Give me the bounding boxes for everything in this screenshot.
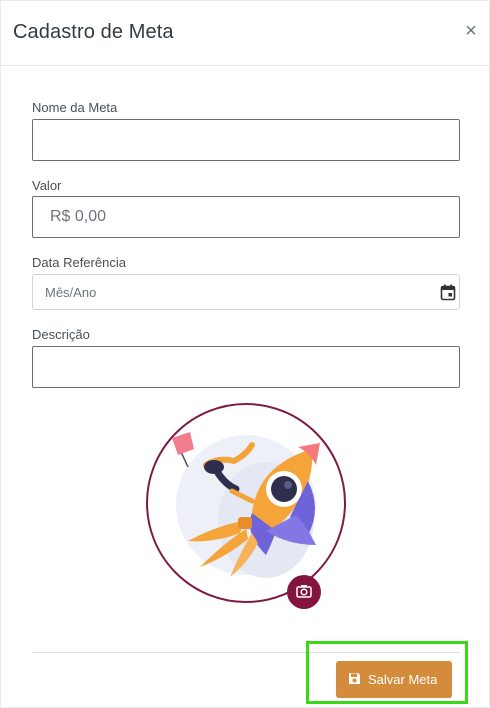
- descricao-label: Descrição: [32, 327, 90, 342]
- data-referencia-input[interactable]: Mês/Ano: [32, 274, 460, 310]
- rocket-illustration: [172, 432, 320, 578]
- camera-icon: [296, 585, 312, 598]
- camera-button[interactable]: [287, 575, 321, 609]
- calendar-icon[interactable]: [440, 284, 456, 301]
- modal-title: Cadastro de Meta: [13, 21, 174, 43]
- save-button-label: Salvar Meta: [368, 672, 438, 687]
- valor-label: Valor: [32, 178, 62, 193]
- descricao-input[interactable]: [32, 346, 460, 388]
- close-icon[interactable]: ×: [462, 21, 480, 41]
- data-referencia-label: Data Referência: [32, 255, 126, 270]
- nome-meta-input[interactable]: [32, 119, 460, 161]
- save-goal-button[interactable]: Salvar Meta: [336, 661, 452, 698]
- nome-meta-label: Nome da Meta: [32, 100, 118, 115]
- modal-header: Cadastro de Meta ×: [1, 1, 489, 66]
- valor-input[interactable]: [32, 196, 460, 238]
- goal-registration-modal: Cadastro de Meta × Nome da Meta Valor Da…: [0, 0, 490, 708]
- data-referencia-placeholder: Mês/Ano: [45, 285, 97, 300]
- goal-image[interactable]: [146, 403, 346, 603]
- floppy-disk-icon: [349, 673, 360, 684]
